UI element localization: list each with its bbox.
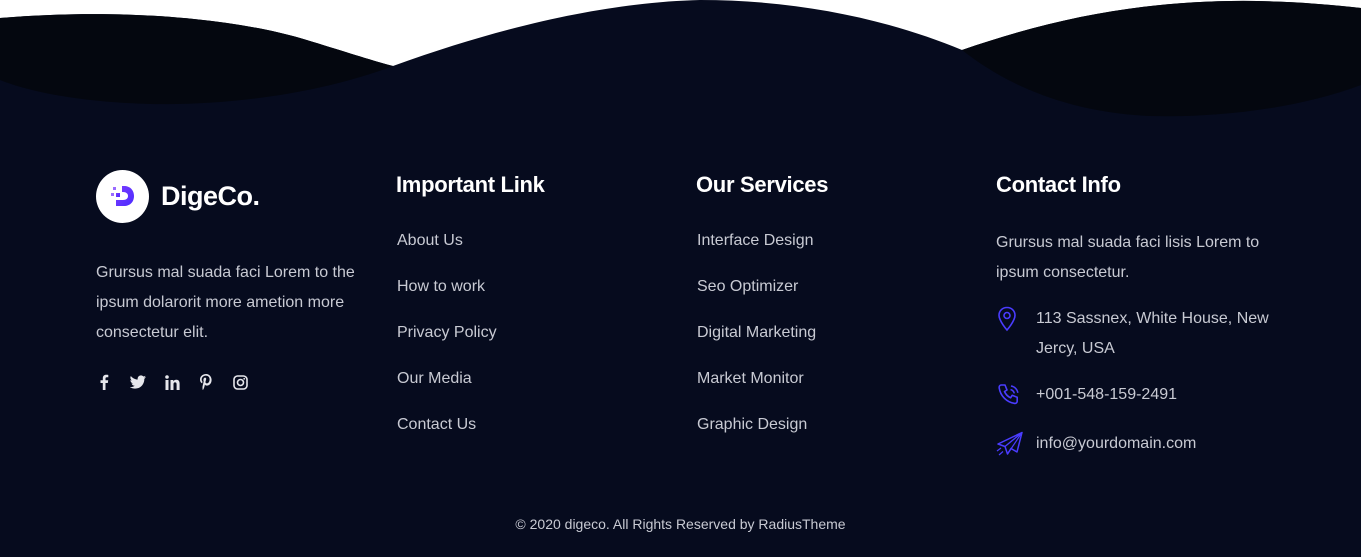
contact-intro: Grursus mal suada faci lisis Lorem to ip… [996,234,1260,281]
service-digital-marketing[interactable]: Digital Marketing [697,320,956,366]
contact-address: 113 Sassnex, White House, New Jercy, USA [996,304,1296,364]
pinterest-icon[interactable] [198,374,214,390]
contact-phone-text[interactable]: +001-548-159-2491 [1036,380,1177,410]
important-links-list: About Us How to work Privacy Policy Our … [397,228,656,458]
contact-email-text[interactable]: info@yourdomain.com [1036,429,1196,459]
link-privacy-policy[interactable]: Privacy Policy [397,320,656,366]
services-list: Interface Design Seo Optimizer Digital M… [697,228,956,458]
copyright-text: © 2020 digeco. All Rights Reserved by Ra… [515,516,846,532]
link-about-us[interactable]: About Us [397,228,656,274]
contact-address-text: 113 Sassnex, White House, New Jercy, USA [1036,310,1269,357]
contact-email: info@yourdomain.com [996,429,1296,462]
facebook-icon[interactable] [96,374,112,390]
important-links-title: Important Link [396,172,545,197]
contact-title: Contact Info [996,172,1121,197]
footer-contact-column: Contact Info Grursus mal suada faci lisi… [996,168,1296,462]
footer-important-links-column: Important Link About Us How to work Priv… [396,168,656,458]
contact-phone: +001-548-159-2491 [996,380,1296,413]
brand-tagline: Grursus mal suada faci Lorem to the ipsu… [96,264,355,341]
link-how-to-work[interactable]: How to work [397,274,656,320]
instagram-icon[interactable] [232,374,248,390]
brand-name: DigeCo. [161,180,260,211]
service-graphic-design[interactable]: Graphic Design [697,412,956,458]
phone-icon [996,380,1024,413]
link-our-media[interactable]: Our Media [397,366,656,412]
twitter-icon[interactable] [130,374,146,390]
service-market-monitor[interactable]: Market Monitor [697,366,956,412]
footer-about-column: DigeCo. Grursus mal suada faci Lorem to … [96,168,366,390]
service-interface-design[interactable]: Interface Design [697,228,956,274]
linkedin-icon[interactable] [164,374,180,390]
services-title: Our Services [696,172,829,197]
site-footer: DigeCo. Grursus mal suada faci Lorem to … [0,0,1361,557]
footer-logo[interactable]: DigeCo. [96,168,366,224]
footer-services-column: Our Services Interface Design Seo Optimi… [696,168,956,458]
link-contact-us[interactable]: Contact Us [397,412,656,458]
social-links [96,374,366,390]
location-pin-icon [996,304,1024,337]
service-seo-optimizer[interactable]: Seo Optimizer [697,274,956,320]
logo-badge [96,169,149,223]
logo-mark-icon [110,186,134,206]
paper-plane-icon [996,429,1024,462]
